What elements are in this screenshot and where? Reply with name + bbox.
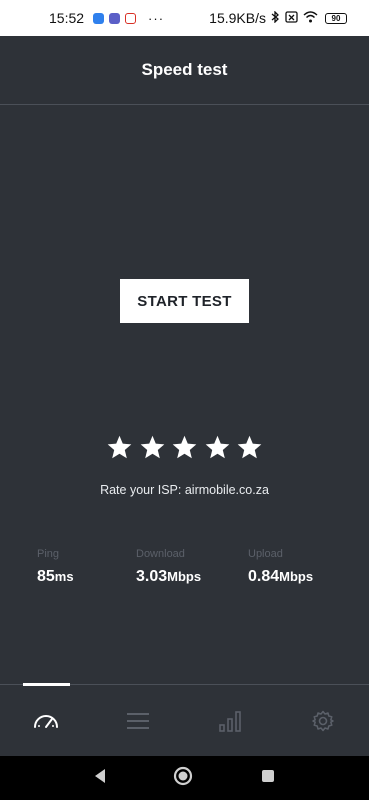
battery-icon: 90 (325, 12, 347, 24)
status-time: 15:52 (49, 10, 85, 26)
system-nav-bar (0, 756, 369, 800)
teams-icon (109, 12, 121, 24)
download-unit: Mbps (167, 569, 202, 584)
network-speed: 15.9KB/s (209, 10, 266, 26)
metric-ping: Ping 85ms (37, 548, 74, 586)
metric-label: Download (136, 548, 185, 560)
upload-unit: Mbps (279, 569, 314, 584)
status-left: 15:52 ··· (49, 10, 164, 26)
metric-label: Ping (37, 548, 60, 560)
speedometer-icon (32, 711, 60, 731)
rate-isp-label: Rate your ISP: airmobile.co.za (100, 483, 269, 497)
app-header: Speed test (0, 36, 369, 105)
metric-upload: Upload 0.84Mbps (248, 548, 313, 586)
home-button[interactable] (173, 766, 193, 791)
bluetooth-icon (271, 10, 280, 26)
isp-rating-stars[interactable] (106, 432, 263, 462)
recents-button[interactable] (260, 768, 276, 789)
start-test-button[interactable]: START TEST (120, 279, 249, 323)
list-icon (126, 712, 150, 730)
tab-settings[interactable] (277, 685, 369, 757)
message-icon (93, 12, 105, 24)
signal-bars-icon (219, 710, 241, 732)
star-3-icon[interactable] (171, 434, 198, 461)
ping-value: 85 (37, 568, 55, 585)
tab-results-list[interactable] (92, 685, 184, 757)
star-4-icon[interactable] (204, 434, 231, 461)
overflow-dots: ··· (148, 10, 165, 26)
bottom-tab-bar (0, 683, 369, 757)
tab-statistics[interactable] (184, 685, 276, 757)
star-1-icon[interactable] (106, 434, 133, 461)
metric-value: 3.03Mbps (136, 568, 201, 586)
metric-value: 85ms (37, 568, 74, 586)
back-button[interactable] (93, 768, 107, 789)
wifi-icon (303, 10, 318, 26)
no-sim-icon (285, 10, 298, 26)
star-2-icon[interactable] (139, 434, 166, 461)
star-5-icon[interactable] (236, 434, 263, 461)
metric-value: 0.84Mbps (248, 568, 313, 586)
gear-icon (312, 710, 334, 732)
tab-speed-test[interactable] (0, 685, 92, 757)
download-value: 3.03 (136, 568, 168, 585)
ping-unit: ms (54, 569, 74, 584)
upload-value: 0.84 (248, 568, 280, 585)
metric-download: Download 3.03Mbps (136, 548, 201, 586)
metric-label: Upload (248, 548, 283, 560)
page-title: Speed test (141, 60, 228, 79)
gmail-icon (125, 12, 137, 24)
status-right: 15.9KB/s 90 (209, 10, 347, 26)
status-bar: 15:52 ··· 15.9KB/s 90 (0, 0, 369, 36)
